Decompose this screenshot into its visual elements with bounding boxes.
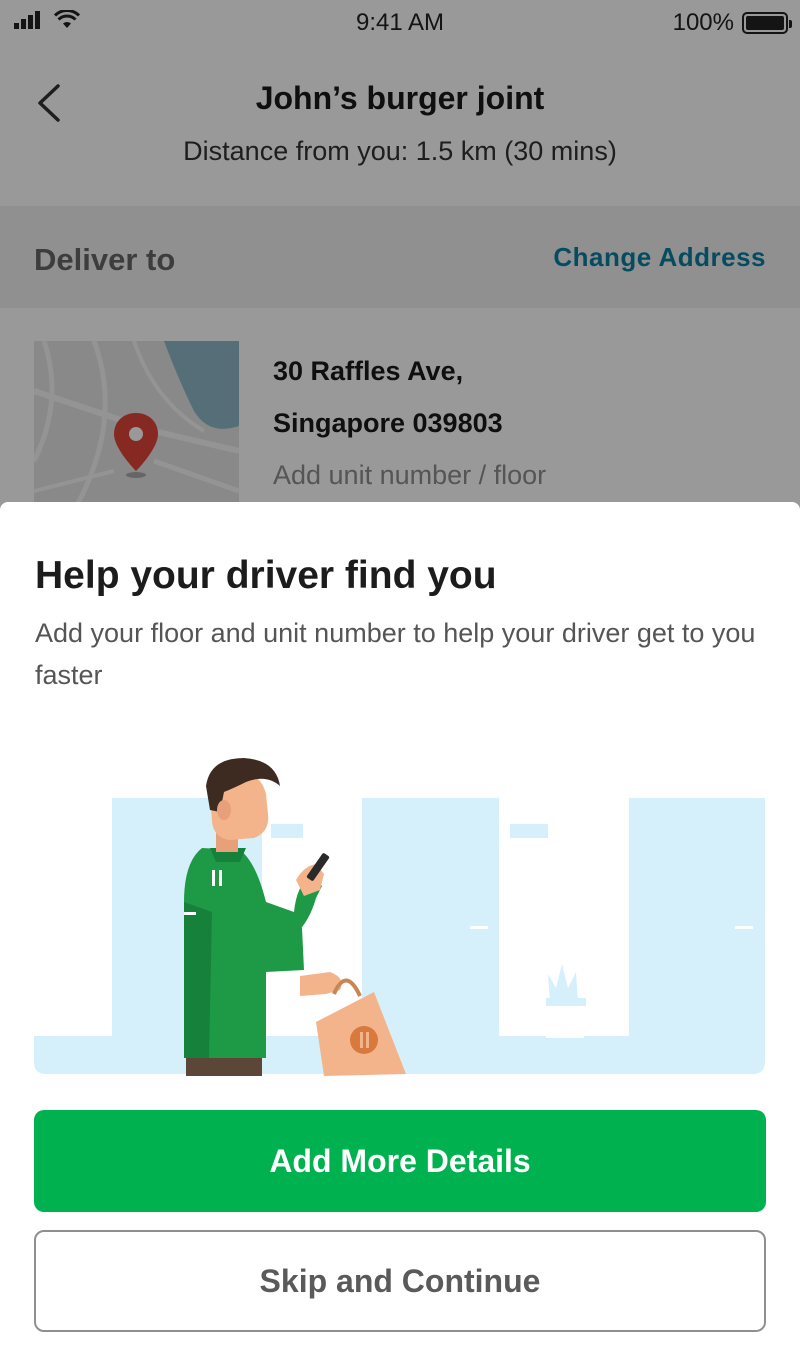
- add-more-details-button[interactable]: Add More Details: [34, 1110, 766, 1212]
- sheet-title: Help your driver find you: [35, 554, 497, 597]
- skip-and-continue-button[interactable]: Skip and Continue: [34, 1230, 766, 1332]
- delivery-driver-illustration: [34, 758, 765, 1076]
- bottom-sheet: Help your driver find you Add your floor…: [0, 502, 800, 1366]
- sheet-description: Add your floor and unit number to help y…: [35, 618, 756, 690]
